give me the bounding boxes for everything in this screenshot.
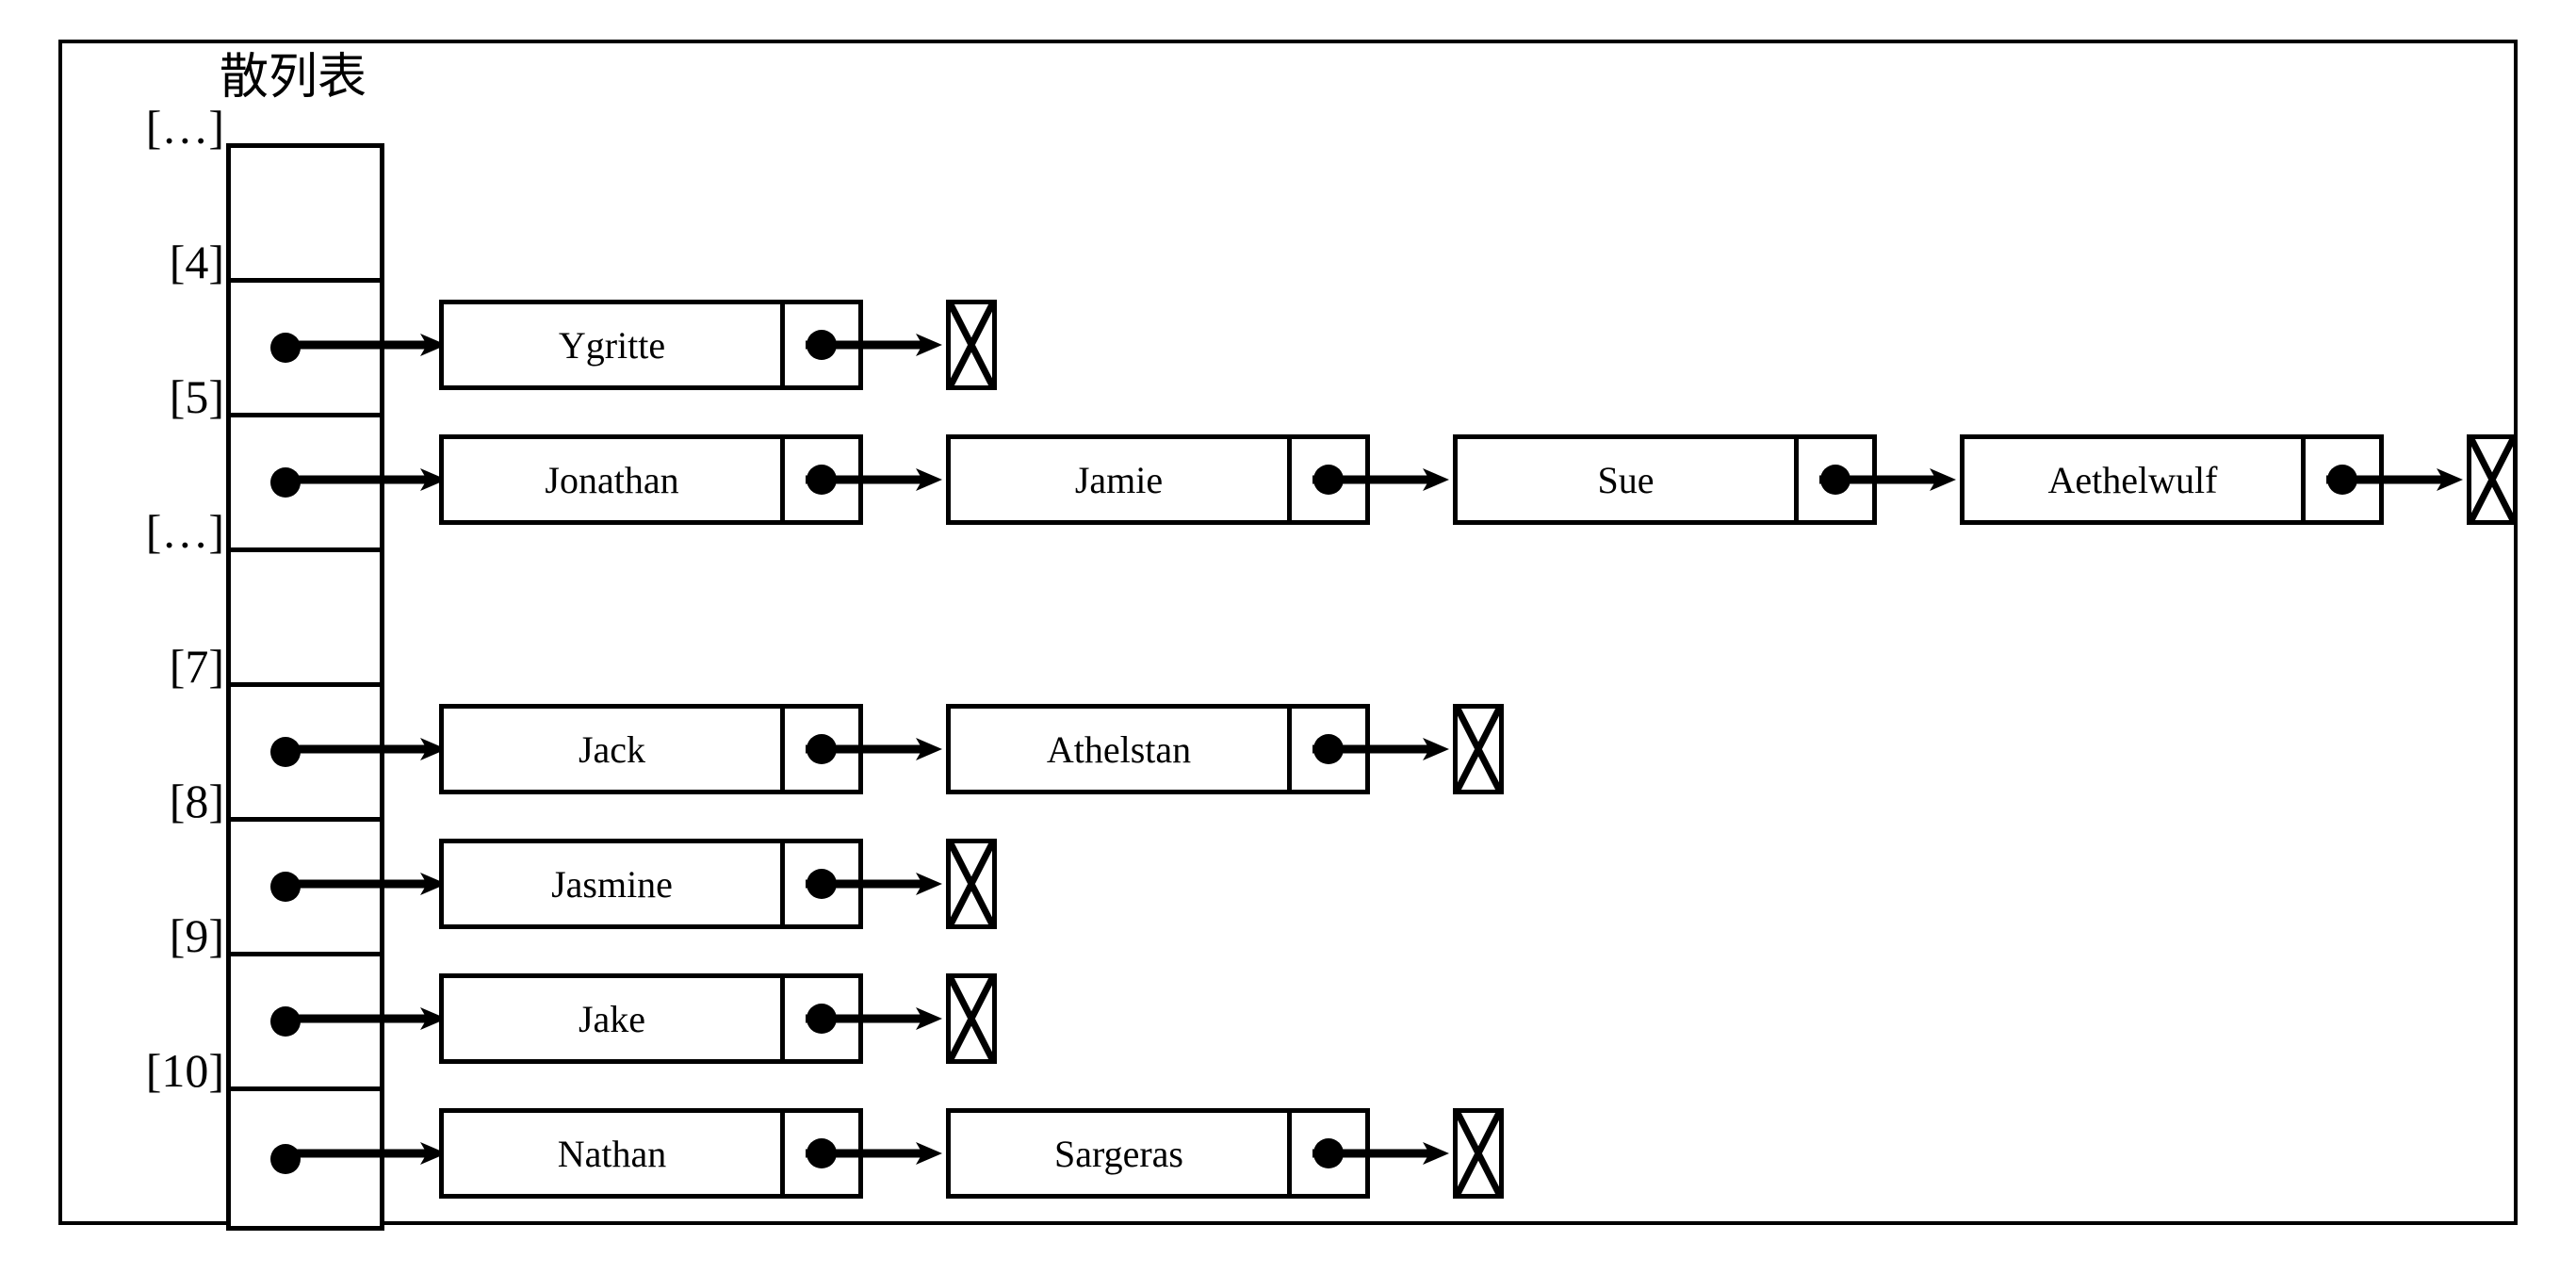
bucket-slot-dots-2[interactable] [231, 552, 380, 687]
pointer-dot-icon [807, 869, 837, 899]
pointer-dot-icon [807, 465, 837, 495]
null-marker-icon [1453, 1108, 1504, 1199]
node-next-pointer[interactable] [780, 709, 858, 790]
node-next-pointer[interactable] [1794, 439, 1872, 520]
node-next-pointer[interactable] [780, 978, 858, 1059]
list-node[interactable]: Aethelwulf [1960, 434, 2384, 525]
list-node[interactable]: Sue [1453, 434, 1877, 525]
pointer-dot-icon [807, 330, 837, 360]
hash-table-array [226, 143, 384, 1231]
list-node[interactable]: Jasmine [439, 839, 863, 929]
bucket-slot-5[interactable] [231, 417, 380, 552]
bucket-slot-7[interactable] [231, 687, 380, 822]
list-node[interactable]: Jamie [946, 434, 1370, 525]
index-label-9: [9] [169, 909, 224, 962]
node-value: Sargeras [1054, 1132, 1183, 1175]
index-label-4: [4] [169, 236, 224, 288]
pointer-dot-icon [1313, 734, 1344, 764]
bucket-slot-dots-1[interactable] [231, 148, 380, 283]
pointer-dot-icon [807, 734, 837, 764]
pointer-dot-icon [1820, 465, 1850, 495]
null-marker-icon [946, 973, 997, 1064]
list-node[interactable]: Athelstan [946, 704, 1370, 794]
bucket-slot-8[interactable] [231, 822, 380, 956]
list-node[interactable]: Ygritte [439, 300, 863, 390]
node-value: Jonathan [545, 458, 679, 501]
node-next-pointer[interactable] [780, 304, 858, 385]
pointer-dot-icon [270, 737, 301, 767]
null-marker-icon [2467, 434, 2518, 525]
node-value: Ygritte [558, 323, 666, 367]
node-next-pointer[interactable] [1287, 709, 1365, 790]
node-next-pointer[interactable] [1287, 439, 1365, 520]
index-label-8: [8] [169, 775, 224, 827]
pointer-dot-icon [807, 1004, 837, 1034]
bucket-slot-9[interactable] [231, 956, 380, 1091]
index-label-dots-2: […] [145, 505, 224, 558]
list-node[interactable]: Nathan [439, 1108, 863, 1199]
null-marker-icon [1453, 704, 1504, 794]
pointer-dot-icon [270, 1143, 301, 1174]
list-node[interactable]: Jake [439, 973, 863, 1064]
diagram-canvas: 散列表 […] [4] [5] […] [7] [8] [9] [10] Ygr… [0, 0, 2576, 1274]
pointer-dot-icon [270, 333, 301, 363]
node-next-pointer[interactable] [2301, 439, 2379, 520]
list-node[interactable]: Jack [439, 704, 863, 794]
pointer-dot-icon [1313, 1138, 1344, 1168]
node-next-pointer[interactable] [780, 1113, 858, 1194]
pointer-dot-icon [270, 872, 301, 902]
page-title: 散列表 [220, 49, 367, 106]
node-value: Jamie [1074, 458, 1164, 501]
index-label-7: [7] [169, 640, 224, 693]
pointer-dot-icon [270, 467, 301, 498]
node-value: Sue [1597, 458, 1655, 501]
pointer-dot-icon [2327, 465, 2357, 495]
node-value: Nathan [557, 1132, 667, 1175]
null-marker-icon [946, 839, 997, 929]
node-next-pointer[interactable] [1287, 1113, 1365, 1194]
node-value: Athelstan [1046, 727, 1192, 771]
pointer-dot-icon [1313, 465, 1344, 495]
node-value: Jake [578, 997, 646, 1040]
null-marker-icon [946, 300, 997, 390]
bucket-slot-4[interactable] [231, 283, 380, 417]
node-value: Aethelwulf [2047, 458, 2218, 501]
node-next-pointer[interactable] [780, 843, 858, 924]
pointer-dot-icon [807, 1138, 837, 1168]
bucket-slot-10[interactable] [231, 1091, 380, 1226]
index-label-5: [5] [169, 370, 224, 423]
node-value: Jack [578, 727, 646, 771]
index-label-dots-1: […] [145, 101, 224, 154]
list-node[interactable]: Sargeras [946, 1108, 1370, 1199]
index-label-10: [10] [145, 1044, 224, 1097]
node-value: Jasmine [551, 862, 673, 906]
list-node[interactable]: Jonathan [439, 434, 863, 525]
diagram-frame [58, 40, 2518, 1225]
node-next-pointer[interactable] [780, 439, 858, 520]
pointer-dot-icon [270, 1006, 301, 1037]
